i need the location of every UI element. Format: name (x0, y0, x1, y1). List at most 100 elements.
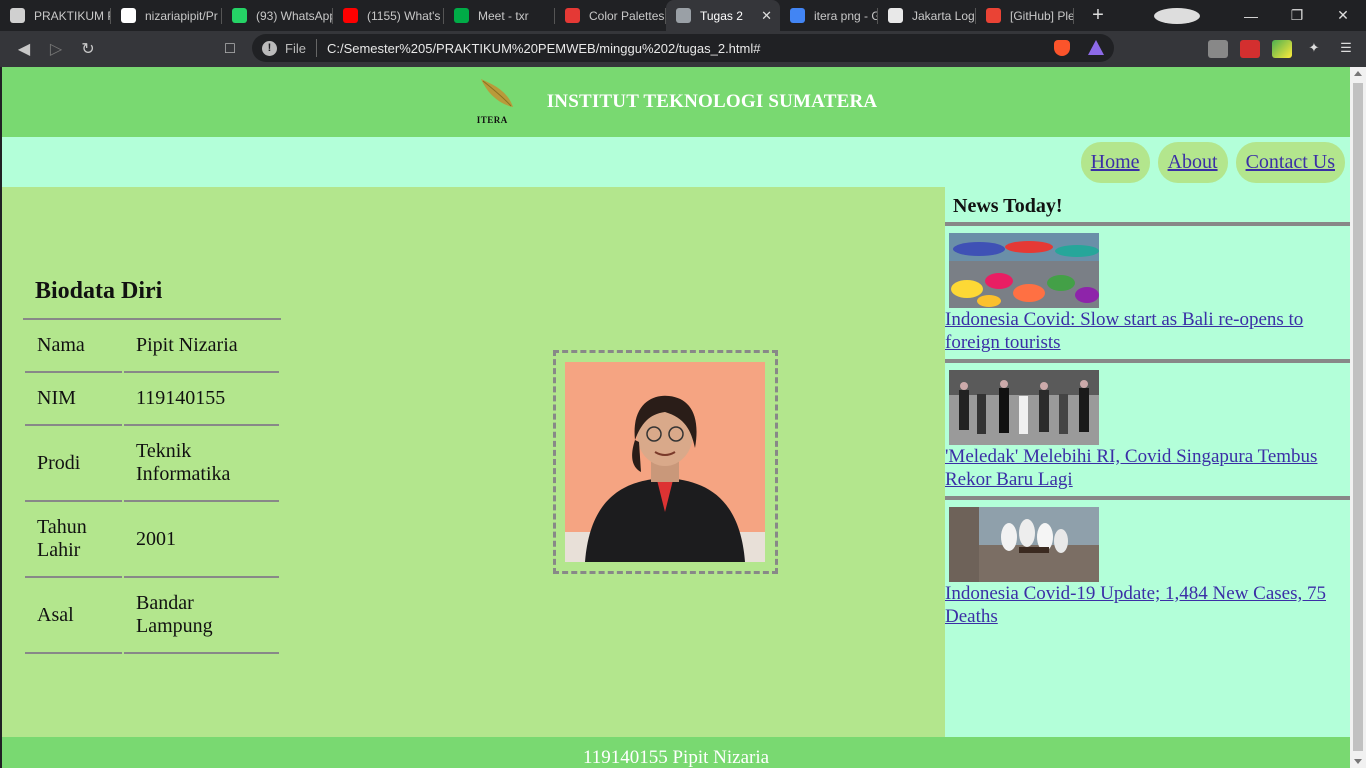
window-controls: ▼ — ❐ ✕ (1154, 0, 1366, 31)
nav-contact-link[interactable]: Contact Us (1235, 141, 1345, 183)
url-text[interactable]: C:/Semester%205/PRAKTIKUM%20PEMWEB/mingg… (327, 41, 761, 56)
nav-about-link[interactable]: About (1157, 141, 1228, 183)
extensions-puzzle-icon[interactable]: ✦ (1304, 40, 1324, 58)
divider (315, 39, 317, 57)
biodata-value: Bandar Lampung (124, 578, 279, 654)
person-portrait-icon (565, 362, 765, 562)
youtube-icon (343, 8, 358, 23)
restore-icon[interactable]: ❐ (1274, 7, 1320, 24)
profile-photo (565, 362, 765, 562)
biodata-key: Nama (25, 320, 122, 373)
google-icon (790, 8, 805, 23)
biodata-title: Biodata Diri (35, 278, 163, 304)
extension-colorpicker-icon[interactable] (1272, 40, 1292, 58)
extension-mendeley-icon[interactable] (1240, 40, 1260, 58)
tab-search-icon[interactable]: ▼ (1154, 7, 1200, 24)
github-icon (121, 8, 136, 23)
street-crowd-photo (949, 370, 1099, 445)
tab-title: Meet - txr (478, 8, 529, 23)
news-link[interactable]: 'Meledak' Melebihi RI, Covid Singapura T… (945, 445, 1350, 496)
scroll-up-icon[interactable] (1354, 71, 1362, 76)
meet-icon (454, 8, 469, 23)
close-window-icon[interactable]: ✕ (1320, 7, 1366, 24)
browser-tab[interactable]: Meet - txr (444, 0, 555, 31)
profile-photo-frame (553, 350, 778, 574)
table-row: Asal Bandar Lampung (25, 578, 279, 654)
nav-home-link[interactable]: Home (1080, 141, 1150, 183)
tab-title: itera png - Go (814, 8, 878, 23)
logo-text: ITERA (476, 115, 508, 125)
brave-rewards-icon[interactable] (1088, 40, 1104, 55)
new-tab-button[interactable]: + (1084, 0, 1112, 31)
news-image[interactable] (949, 370, 1099, 445)
address-bar[interactable]: ! File C:/Semester%205/PRAKTIKUM%20PEMWE… (252, 34, 1114, 62)
close-tab-icon[interactable]: ✕ (761, 8, 772, 24)
extension-grid-icon[interactable] (1208, 40, 1228, 58)
bookmark-icon[interactable]: □ (214, 40, 246, 58)
news-sidebar: News Today! Indonesia Covid: Slow start … (945, 187, 1350, 737)
main-content: Biodata Diri Nama Pipit Nizaria NIM 1191… (2, 187, 945, 737)
table-row: Prodi Teknik Informatika (25, 426, 279, 502)
biodata-key: Tahun Lahir (25, 502, 122, 578)
biodata-value: Pipit Nizaria (124, 320, 279, 373)
globe-icon (676, 8, 691, 23)
tab-title: Jakarta Logs 1 (912, 8, 976, 23)
news-image[interactable] (949, 507, 1099, 582)
forward-icon[interactable]: ▷ (40, 39, 72, 59)
biodata-value: 119140155 (124, 373, 279, 426)
browser-tab[interactable]: (93) WhatsApp (222, 0, 333, 31)
hazmat-burial-photo (949, 507, 1099, 582)
news-image[interactable] (949, 233, 1099, 308)
nav-bar: Home About Contact Us (2, 137, 1350, 187)
back-icon[interactable]: ◀ (8, 39, 40, 59)
browser-tab[interactable]: (1155) What's (333, 0, 444, 31)
letter-t-icon (888, 8, 903, 23)
web-page: ITERA INSTITUT TEKNOLOGI SUMATERA Home A… (2, 67, 1350, 768)
table-row: NIM 119140155 (25, 373, 279, 426)
gmail-icon (986, 8, 1001, 23)
extensions-area: ✦ ☰ (1208, 31, 1356, 67)
beach-bean-bags-photo (949, 233, 1099, 308)
browser-tab[interactable]: Jakarta Logs 1 (878, 0, 976, 31)
biodata-key: Prodi (25, 426, 122, 502)
brave-shield-icon[interactable] (1054, 40, 1070, 56)
info-icon[interactable]: ! (262, 40, 277, 56)
scrollbar-thumb[interactable] (1353, 83, 1363, 751)
site-header: ITERA INSTITUT TEKNOLOGI SUMATERA (2, 67, 1350, 137)
site-footer: 119140155 Pipit Nizaria (2, 737, 1350, 768)
browser-toolbar: ◀ ▷ ↻ □ ! File C:/Semester%205/PRAKTIKUM… (0, 31, 1366, 67)
browser-tab[interactable]: PRAKTIKUM P (0, 0, 111, 31)
site-title: INSTITUT TEKNOLOGI SUMATERA (546, 91, 878, 112)
browser-tab[interactable]: [GitHub] Plea (976, 0, 1074, 31)
minimize-icon[interactable]: — (1228, 8, 1274, 24)
news-title: News Today! (953, 195, 1063, 217)
tab-title: nizariapipit/Pr (145, 8, 218, 23)
leaf-logo-icon (480, 79, 513, 107)
tab-title: [GitHub] Plea (1010, 8, 1074, 23)
news-link[interactable]: Indonesia Covid: Slow start as Bali re-o… (945, 308, 1350, 359)
browser-tab[interactable]: nizariapipit/Pr (111, 0, 222, 31)
page-scrollbar[interactable] (1350, 67, 1366, 768)
browser-tab-strip: PRAKTIKUM P nizariapipit/Pr (93) WhatsApp (… (0, 0, 1366, 31)
browser-menu-icon[interactable]: ☰ (1336, 40, 1356, 58)
table-row: Tahun Lahir 2001 (25, 502, 279, 578)
url-scheme-label: File (285, 40, 306, 56)
browser-tab[interactable]: Color Palettes (555, 0, 666, 31)
news-item: Indonesia Covid-19 Update; 1,484 New Cas… (945, 496, 1350, 633)
browser-tab[interactable]: Tugas 2 ✕ (666, 0, 780, 31)
tab-title: PRAKTIKUM P (34, 8, 111, 23)
biodata-value: Teknik Informatika (124, 426, 279, 502)
tab-divider (1073, 8, 1074, 24)
tab-title: (93) WhatsApp (256, 8, 333, 23)
biodata-section: Biodata Diri Nama Pipit Nizaria NIM 1191… (23, 265, 281, 654)
biodata-key: NIM (25, 373, 122, 426)
document-icon (10, 8, 25, 23)
tab-title: (1155) What's (367, 8, 441, 23)
news-link[interactable]: Indonesia Covid-19 Update; 1,484 New Cas… (945, 582, 1350, 633)
scroll-down-icon[interactable] (1354, 759, 1362, 764)
table-row: Nama Pipit Nizaria (25, 320, 279, 373)
whatsapp-icon (232, 8, 247, 23)
reload-icon[interactable]: ↻ (72, 39, 104, 59)
browser-tab[interactable]: itera png - Go (780, 0, 878, 31)
biodata-value: 2001 (124, 502, 279, 578)
